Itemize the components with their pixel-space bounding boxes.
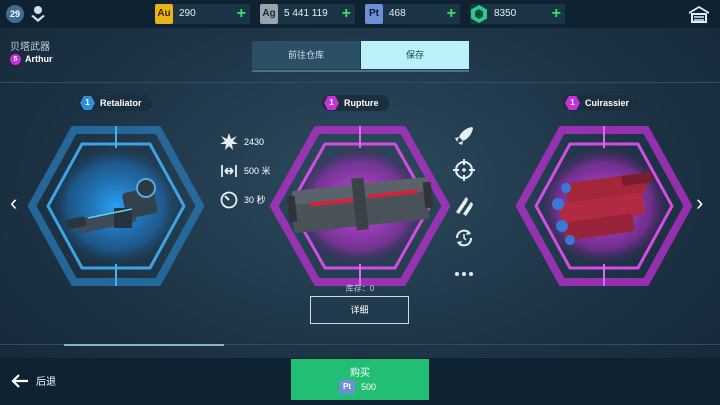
- profile-icon[interactable]: [30, 5, 46, 23]
- buy-label: 购买: [350, 368, 370, 379]
- ammo-icon[interactable]: [452, 194, 476, 218]
- rupture-hex-frame[interactable]: [270, 118, 450, 294]
- keys-value: 8350: [494, 8, 517, 19]
- player-level-badge[interactable]: 29: [6, 5, 24, 23]
- silver-icon: Ag: [260, 4, 278, 24]
- details-button[interactable]: 详细: [310, 296, 409, 324]
- tab-underline: [252, 70, 469, 72]
- weapon-name-label: Retaliator: [100, 98, 142, 108]
- reload-value: 30 秒: [244, 195, 266, 205]
- carousel-progress-bar: [64, 344, 224, 346]
- weapon-level-badge: 1: [80, 96, 95, 110]
- currency-silver: Ag 5 441 119 +: [260, 4, 355, 24]
- page-title: 贝塔武器: [10, 42, 50, 53]
- buy-price-value: 500: [361, 382, 377, 392]
- weapon-name-rupture[interactable]: 1 Rupture: [322, 95, 389, 111]
- weapon-name-label: Rupture: [344, 98, 379, 108]
- add-keys-button[interactable]: +: [552, 4, 561, 24]
- weapon-level-badge: 1: [565, 96, 580, 110]
- currency-gold: Au 290 +: [155, 4, 250, 24]
- silver-value: 5 441 119: [284, 8, 328, 19]
- top-bar: [0, 0, 720, 28]
- range-icon: [221, 165, 237, 177]
- currency-keys: 8350 +: [470, 4, 565, 24]
- more-icon[interactable]: [452, 262, 476, 286]
- add-gold-button[interactable]: +: [237, 4, 246, 24]
- retaliator-hex-frame[interactable]: [28, 118, 204, 294]
- owner-name: Arthur: [25, 54, 53, 64]
- tab-go-to-warehouse[interactable]: 前往仓库: [252, 41, 360, 69]
- weapon-name-retaliator[interactable]: 1 Retaliator: [78, 95, 152, 111]
- weapon-level-badge: 1: [324, 96, 339, 110]
- stock-count: 库存：0: [345, 284, 375, 293]
- back-label: 后退: [36, 377, 56, 388]
- platinum-icon: Pt: [365, 4, 383, 24]
- add-silver-button[interactable]: +: [342, 4, 351, 24]
- rocket-icon[interactable]: [452, 124, 476, 148]
- weapon-name-label: Cuirassier: [585, 98, 630, 108]
- currency-platinum: Pt 468 +: [365, 4, 460, 24]
- key-token-icon: [471, 5, 487, 23]
- platinum-value: 468: [389, 8, 406, 19]
- previous-arrow-icon[interactable]: ‹: [10, 190, 17, 216]
- cuirassier-hex-frame[interactable]: [516, 118, 692, 294]
- crosshair-icon[interactable]: [452, 158, 476, 182]
- buy-button[interactable]: 购买 Pt 500: [291, 359, 429, 400]
- explosion-icon: [220, 133, 238, 150]
- owner-label: 5 Arthur: [10, 54, 53, 66]
- back-arrow-icon: [11, 374, 28, 388]
- weapon-name-cuirassier[interactable]: 1 Cuirassier: [563, 95, 640, 111]
- owner-level-badge: 5: [10, 54, 21, 66]
- timer-icon: [220, 191, 238, 209]
- add-platinum-button[interactable]: +: [447, 4, 456, 24]
- tab-save[interactable]: 保存: [361, 41, 469, 69]
- gold-value: 290: [179, 8, 196, 19]
- next-arrow-icon[interactable]: ›: [696, 190, 703, 216]
- hangar-icon[interactable]: [688, 5, 710, 23]
- reload-cycle-icon[interactable]: [452, 226, 476, 250]
- gold-icon: Au: [155, 4, 173, 24]
- damage-value: 2430: [244, 137, 265, 147]
- range-value: 500 米: [244, 166, 271, 176]
- platinum-icon: Pt: [339, 380, 355, 394]
